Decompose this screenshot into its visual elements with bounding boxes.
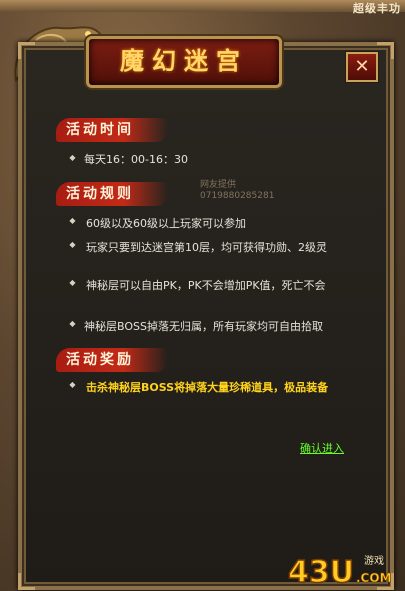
- logo-text: 43U: [288, 555, 354, 588]
- bullet-icon: ◆: [69, 216, 76, 225]
- bullet-icon: ◆: [69, 240, 76, 249]
- section-title-rules: 活动规则: [66, 186, 134, 202]
- section-title-rewards: 活动奖励: [66, 352, 134, 368]
- rule-item: 玩家只要到达迷宫第10层，均可获得功勋、2级灵: [86, 241, 327, 254]
- rule-item: 60级以及60级以上玩家可以参加: [86, 217, 246, 230]
- section-title-time: 活动时间: [66, 122, 134, 138]
- panel-corner: [377, 42, 394, 59]
- bullet-icon: ◆: [69, 380, 76, 389]
- close-button[interactable]: ✕: [346, 52, 378, 82]
- bullet-icon: ◆: [69, 319, 76, 328]
- logo-suffix: .COM: [356, 571, 392, 585]
- bullet-icon: ◆: [69, 153, 76, 162]
- panel-corner: [18, 573, 35, 590]
- section-header-rules: 活动规则: [56, 180, 168, 206]
- rule-item: 神秘层可以自由PK，PK不会增加PK值，死亡不会: [86, 279, 326, 292]
- time-item: 每天16：00-16：30: [84, 153, 188, 166]
- reward-item: 击杀神秘层BOSS将掉落大量珍稀道具，极品装备: [86, 381, 329, 394]
- confirm-enter-link[interactable]: 确认进入: [300, 440, 344, 456]
- section-header-time: 活动时间: [56, 116, 168, 142]
- logo-tag: 游戏: [364, 554, 384, 567]
- bullet-icon: ◆: [69, 278, 76, 287]
- dialog-title-plate: 魔幻迷宫: [86, 36, 282, 88]
- close-icon: ✕: [354, 56, 370, 77]
- site-logo-icon: 43U .COM 游戏: [287, 554, 392, 588]
- panel-corner: [18, 42, 35, 59]
- corner-caption: 超级丰功: [353, 2, 401, 15]
- watermark-line: 网友提供: [200, 180, 237, 190]
- section-header-rewards: 活动奖励: [56, 346, 168, 372]
- rule-item: 神秘层BOSS掉落无归属，所有玩家均可自由拾取: [84, 320, 323, 333]
- watermark-line: 0719880285281: [200, 191, 275, 201]
- dialog-title: 魔幻迷宫: [120, 46, 248, 75]
- watermark: 网友提供 0719880285281: [200, 180, 274, 202]
